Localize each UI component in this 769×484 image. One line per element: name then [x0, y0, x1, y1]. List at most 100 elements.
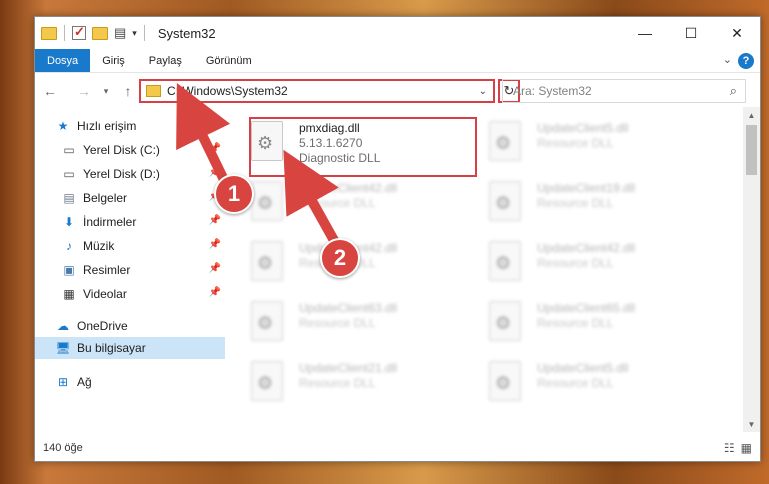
pin-icon: 📌 [208, 287, 221, 298]
window-controls: — ☐ ✕ [622, 17, 760, 49]
step-badge-2: 2 [320, 238, 360, 278]
sidebar-item-videos[interactable]: ▦ Videolar 📌 [35, 283, 225, 305]
dll-file-icon: ⚙ [489, 301, 527, 345]
file-item[interactable]: ⚙ UpdateClient19.dll Resource DLL [489, 177, 719, 235]
pin-icon: 📌 [208, 215, 221, 226]
pin-icon: 📌 [208, 167, 221, 178]
tab-home[interactable]: Giriş [90, 49, 137, 72]
file-item[interactable]: ⚙ UpdateClient21.dll Resource DLL [251, 357, 481, 415]
file-name: UpdateClient21.dll [299, 361, 398, 375]
back-arrow-icon[interactable]: ← [39, 83, 61, 99]
dll-file-icon: ⚙ [489, 361, 527, 405]
chevron-down-icon[interactable]: ⌄ [479, 86, 487, 97]
file-item[interactable]: ⚙ UpdateClient63.dll Resource DLL [251, 297, 481, 355]
sidebar-item-disk-d[interactable]: ▭ Yerel Disk (D:) 📌 [35, 163, 225, 185]
scroll-up-icon[interactable]: ▲ [743, 107, 760, 123]
sidebar-item-label: İndirmeler [83, 215, 137, 229]
sidebar-item-label: Ağ [77, 375, 92, 389]
file-type: Resource DLL [537, 376, 614, 390]
forward-arrow-icon[interactable]: → [73, 83, 95, 99]
explorer-window: ▤ ▾ System32 — ☐ ✕ Dosya Giriş Paylaş Gö… [34, 16, 761, 462]
maximize-button[interactable]: ☐ [668, 17, 714, 49]
search-input[interactable]: Ara: System32 ⌕ [502, 79, 746, 103]
file-type: Resource DLL [537, 316, 614, 330]
drive-icon: ▭ [63, 167, 75, 181]
dll-file-icon: ⚙ [489, 121, 527, 165]
pin-icon: 📌 [208, 143, 221, 154]
title-bar: ▤ ▾ System32 — ☐ ✕ [35, 17, 760, 49]
navigation-pane: ★ Hızlı erişim ▭ Yerel Disk (C:) 📌 ▭ Yer… [35, 115, 225, 435]
sidebar-item-documents[interactable]: ▤ Belgeler 📌 [35, 187, 225, 209]
navigation-bar: ← → ▾ ↑ C:\Windows\System32 ⌄ ↻ Ara: Sys… [35, 75, 760, 107]
sidebar-item-quick-access[interactable]: ★ Hızlı erişim [35, 115, 225, 137]
sidebar-item-pictures[interactable]: ▣ Resimler 📌 [35, 259, 225, 281]
file-item[interactable]: ⚙ UpdateClient42.dll Resource DLL [489, 237, 719, 295]
file-name: UpdateClient5.dll [537, 121, 629, 135]
address-bar[interactable]: C:\Windows\System32 ⌄ [139, 79, 495, 103]
star-icon: ★ [57, 119, 69, 133]
search-icon: ⌕ [729, 83, 737, 98]
sidebar-item-label: Müzik [83, 239, 115, 253]
documents-icon: ▤ [63, 191, 75, 205]
sidebar-item-downloads[interactable]: ⬇ İndirmeler 📌 [35, 211, 225, 233]
dll-file-icon: ⚙ [489, 181, 527, 225]
toolbar-divider [143, 25, 145, 41]
details-view-icon[interactable]: ☷ [724, 441, 735, 455]
sidebar-item-label: Yerel Disk (C:) [83, 143, 160, 157]
file-name: UpdateClient42.dll [537, 241, 636, 255]
scroll-down-icon[interactable]: ▼ [743, 416, 760, 432]
minimize-button[interactable]: — [622, 17, 668, 49]
recent-locations-icon[interactable]: ▾ [95, 86, 117, 97]
file-type: Resource DLL [299, 316, 376, 330]
folder-icon [146, 85, 161, 97]
status-bar: 140 öğe ☷ ▦ [35, 435, 760, 461]
file-type: Resource DLL [537, 136, 614, 150]
sidebar-item-music[interactable]: ♪ Müzik 📌 [35, 235, 225, 257]
window-title: System32 [157, 25, 216, 41]
file-name: UpdateClient19.dll [537, 181, 636, 195]
file-item[interactable]: ⚙ UpdateClient5.dll Resource DLL [489, 117, 719, 175]
vertical-scrollbar[interactable]: ▲ ▼ [743, 107, 760, 432]
close-button[interactable]: ✕ [714, 17, 760, 49]
file-highlight-box [249, 117, 477, 177]
file-name: UpdateClient63.dll [299, 301, 398, 315]
tab-share[interactable]: Paylaş [137, 49, 194, 72]
music-icon: ♪ [66, 239, 72, 253]
sidebar-item-label: Resimler [83, 263, 131, 277]
tab-view[interactable]: Görünüm [194, 49, 264, 72]
toolbar-divider [64, 25, 65, 41]
pin-icon: 📌 [208, 239, 221, 250]
new-folder-icon[interactable] [92, 26, 108, 40]
sidebar-item-this-pc[interactable]: 🖥 Bu bilgisayar [35, 337, 225, 359]
folder-icon [41, 26, 57, 40]
help-button[interactable]: ? [738, 53, 754, 69]
properties-check-icon[interactable] [72, 24, 86, 40]
ribbon-tabs: Dosya Giriş Paylaş Görünüm ⌄ ? [35, 49, 760, 73]
file-item[interactable]: ⚙ UpdateClient42.dll Resource DLL [251, 237, 481, 295]
file-item[interactable]: ⚙ UpdateClient5.dll Resource DLL [489, 357, 719, 415]
chevron-down-icon[interactable]: ▾ [132, 28, 137, 39]
tiles-view-icon[interactable]: ▦ [741, 441, 752, 455]
file-item[interactable]: ⚙ UpdateClient42.dll Resource DLL [251, 177, 481, 235]
dll-file-icon: ⚙ [489, 241, 527, 285]
tab-file[interactable]: Dosya [35, 49, 91, 72]
file-type: Resource DLL [537, 196, 614, 210]
file-item[interactable]: ⚙ UpdateClient65.dll Resource DLL [489, 297, 719, 355]
sidebar-item-label: OneDrive [77, 319, 128, 333]
sidebar-item-onedrive[interactable]: ☁ OneDrive [35, 315, 225, 337]
customize-icon[interactable]: ▤ [114, 25, 126, 41]
pin-icon: 📌 [208, 263, 221, 274]
file-name: UpdateClient5.dll [537, 361, 629, 375]
dll-file-icon: ⚙ [251, 361, 289, 405]
scroll-thumb[interactable] [746, 125, 757, 175]
sidebar-item-label: Videolar [83, 287, 127, 301]
file-name: UpdateClient65.dll [537, 301, 636, 315]
dll-file-icon: ⚙ [251, 241, 289, 285]
sidebar-item-disk-c[interactable]: ▭ Yerel Disk (C:) 📌 [35, 139, 225, 161]
pictures-icon: ▣ [63, 263, 75, 277]
up-arrow-icon[interactable]: ↑ [117, 83, 139, 99]
expand-ribbon-icon[interactable]: ⌄ [723, 53, 732, 66]
drive-icon: ▭ [63, 143, 75, 157]
file-name: UpdateClient42.dll [299, 181, 398, 195]
sidebar-item-network[interactable]: ⊞ Ağ [35, 371, 225, 393]
